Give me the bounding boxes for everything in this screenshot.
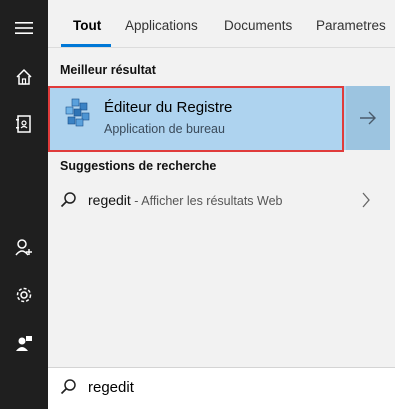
- search-box[interactable]: [48, 367, 395, 409]
- suggestion-term: regedit: [88, 192, 131, 208]
- selection-highlight-box: [48, 86, 344, 152]
- suggestion-item[interactable]: regedit - Afficher les résultats Web: [48, 184, 395, 216]
- chevron-right-icon[interactable]: [361, 192, 371, 213]
- search-icon: [60, 191, 77, 213]
- best-match-heading: Meilleur résultat: [60, 63, 156, 77]
- feedback-icon[interactable]: [0, 323, 48, 363]
- suggestion-hint: - Afficher les résultats Web: [130, 194, 283, 208]
- home-icon[interactable]: [0, 57, 48, 97]
- search-tabs: Tout Applications Documents Parametres: [48, 0, 395, 47]
- suggestion-text: regedit - Afficher les résultats Web: [88, 192, 283, 210]
- open-details-button[interactable]: [346, 86, 390, 150]
- tabs-divider: [48, 47, 395, 48]
- search-icon: [60, 378, 77, 400]
- search-panel: Tout Applications Documents Parametres M…: [48, 0, 395, 409]
- start-sidebar: [0, 0, 48, 409]
- tab-settings[interactable]: Parametres: [316, 18, 386, 33]
- tab-documents[interactable]: Documents: [224, 18, 292, 33]
- search-input[interactable]: [88, 379, 368, 396]
- account-icon[interactable]: [0, 227, 48, 267]
- hamburger-menu-icon[interactable]: [0, 8, 48, 48]
- tab-all[interactable]: Tout: [73, 18, 101, 33]
- arrow-right-icon: [360, 111, 376, 125]
- settings-icon[interactable]: [0, 275, 48, 315]
- notebook-icon[interactable]: [0, 104, 48, 144]
- tab-applications[interactable]: Applications: [125, 18, 198, 33]
- suggestions-heading: Suggestions de recherche: [60, 159, 217, 173]
